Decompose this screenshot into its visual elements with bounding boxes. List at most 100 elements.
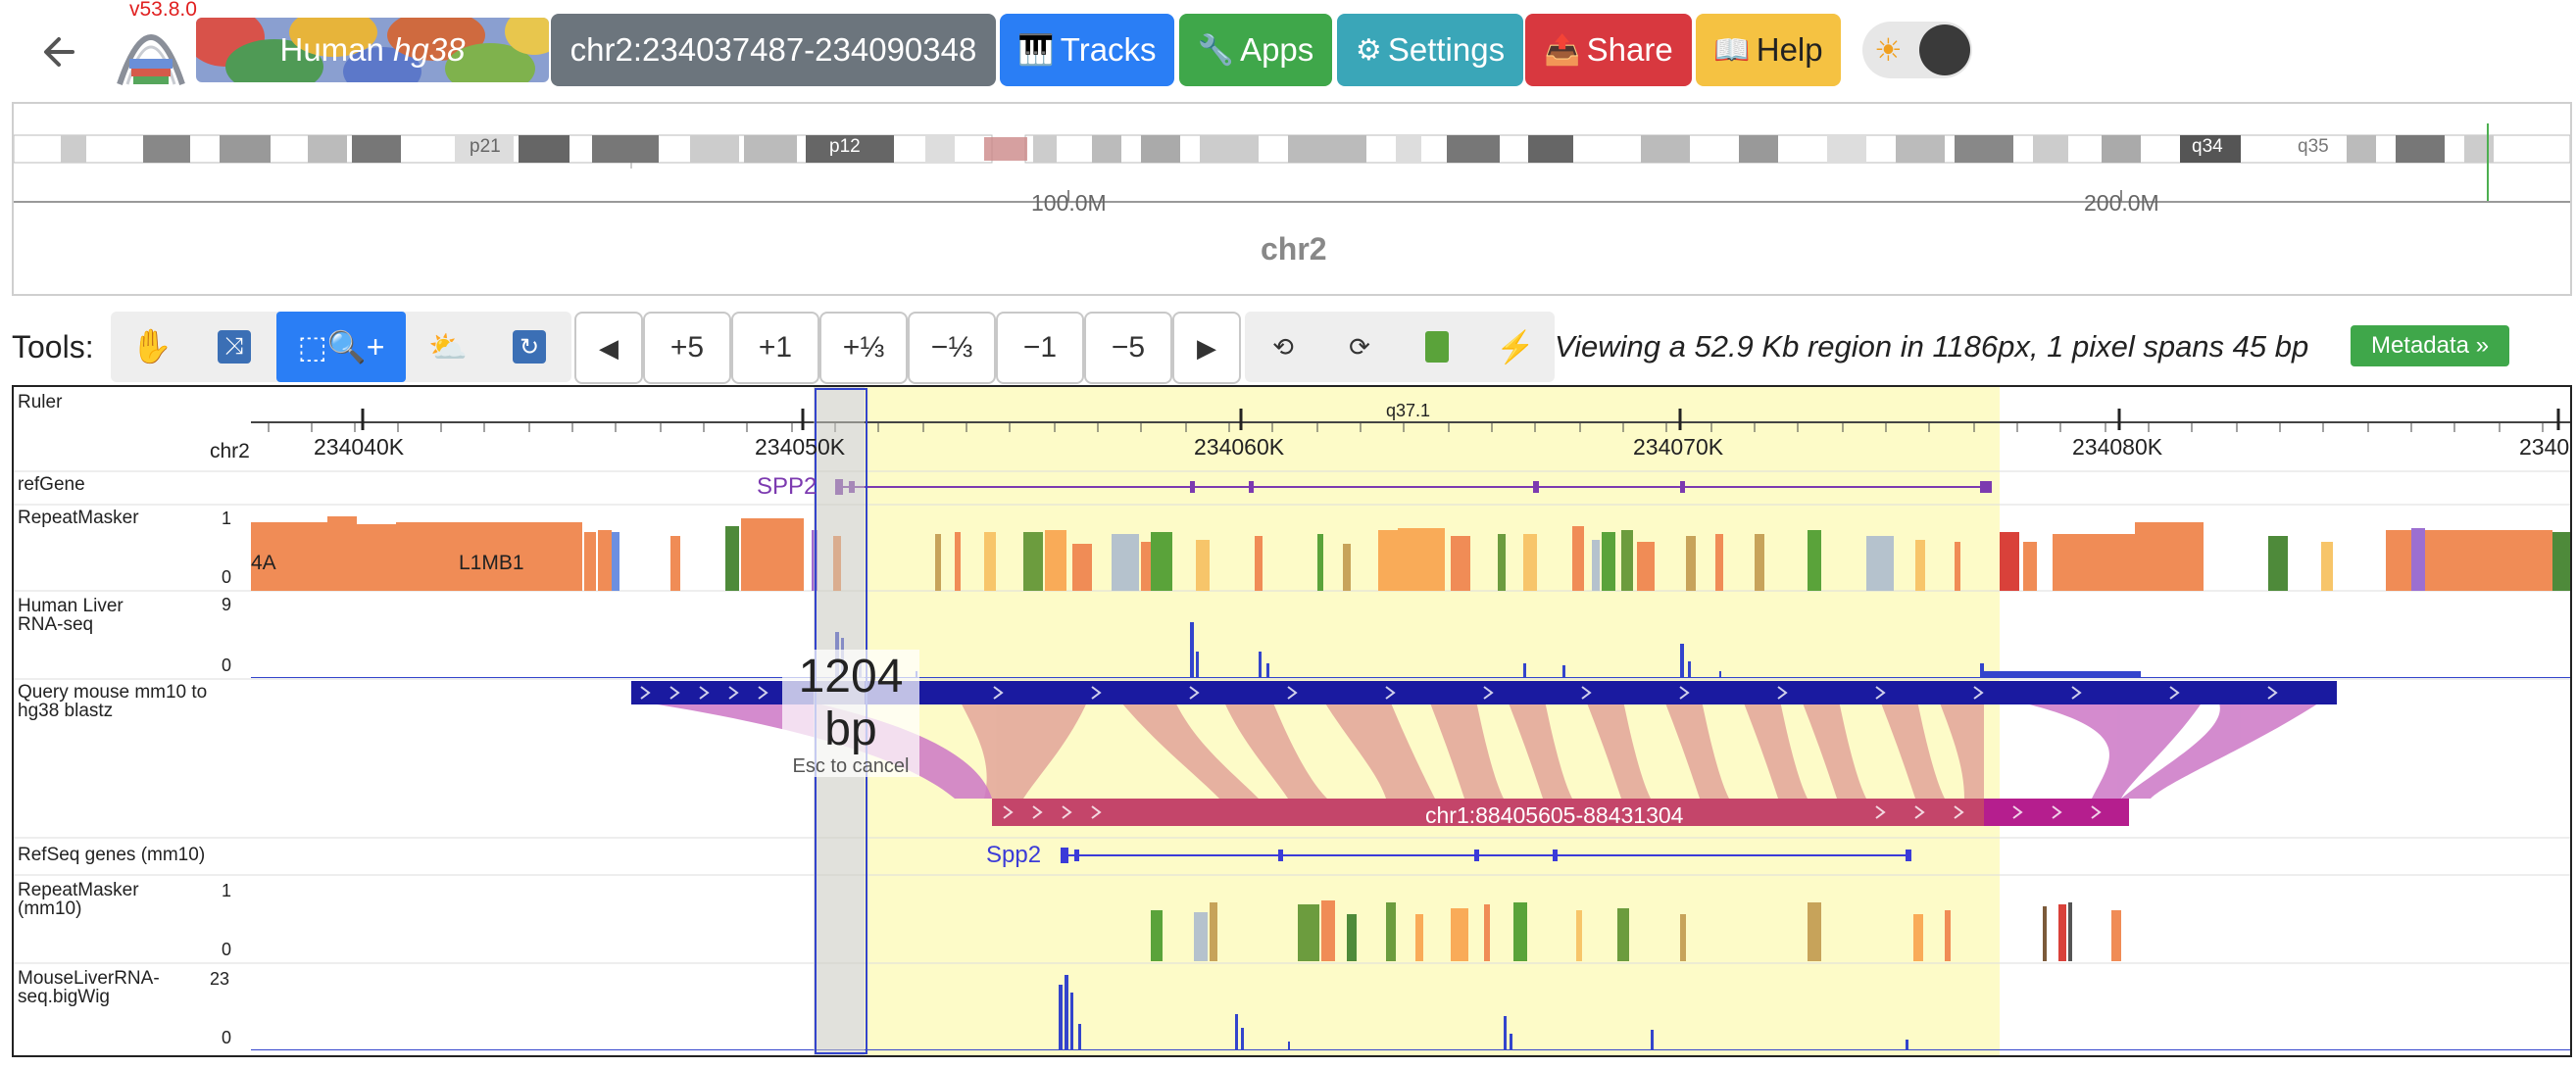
reorder-tool-button[interactable]: ⤨ [193,312,275,382]
refgene-gene-name[interactable]: SPP2 [757,473,817,501]
repeat-name-l1mb1: L1MB1 [459,552,524,574]
sun-icon: ☀ [1874,32,1903,68]
tracks-label: Tracks [1060,31,1157,68]
genome-assembly: hg38 [393,31,466,68]
band-label-p12: p12 [829,136,861,157]
refgene-track-label: refGene [18,474,85,495]
target-region-label[interactable]: chr1:88405605-88431304 [1425,802,1683,829]
view-status-text: Viewing a 52.9 Kb region in 1186px, 1 pi… [1555,329,2309,364]
liver-rna-track-label: Human Liver RNA-seq [18,596,124,635]
chromosome-ideogram[interactable]: p21 p12 q34 q35 100.0M 200.0M chr2 [12,102,2572,296]
zoom-select-tool-button[interactable]: ⬚🔍+ [276,312,406,382]
repeat-name-4a: 4A [251,552,276,574]
gear-icon: ⚙ [1355,33,1382,67]
mouse-liver-rna-min: 0 [222,1028,232,1047]
zoom-in-third-label: +⅓ [842,331,885,364]
pan-left-button[interactable]: ◀ [574,312,643,384]
bookmark-button[interactable] [1398,312,1476,382]
pan-right-button[interactable]: ▶ [1172,312,1241,384]
genome-selector[interactable]: Human hg38 [196,18,549,82]
locus-display[interactable]: chr2:234037487-234090348 [551,14,996,86]
select-zoom-icon: ⬚🔍+ [297,329,385,364]
wrench-icon: 🔧 [1197,33,1235,67]
band-label-p21: p21 [470,136,501,157]
scale-label-100m: 100.0M [1031,190,1107,216]
zoom-out-5-label: −5 [1111,331,1146,364]
quick-action-button[interactable]: ⚡ [1476,312,1555,382]
help-button[interactable]: 📖 Help [1696,14,1841,86]
liver-rna-max: 9 [222,595,232,614]
zoom-in-5-button[interactable]: +5 [643,312,731,384]
triangle-left-icon: ◀ [599,332,619,363]
ruler-tick-6: 2340 [2519,434,2570,460]
track-panel[interactable]: Ruler chr2 q37.1 234040K 234050K 234060K… [12,385,2572,1057]
hand-icon: ✋ [130,328,173,365]
zoom-in-third-button[interactable]: +⅓ [819,312,908,384]
selection-size-value: 1204 [798,651,904,703]
ruler-tick-1: 234040K [314,434,405,460]
lightning-icon: ⚡ [1496,329,1535,364]
query-track-label: Query mouse mm10 to hg38 blastz [18,682,208,721]
redo-button[interactable]: ⟳ [1321,312,1398,382]
tracks-button[interactable]: 🎹 Tracks [1000,14,1174,86]
share-button[interactable]: 📤 Share [1525,14,1692,86]
share-icon: 📤 [1544,33,1581,67]
zoom-in-1-label: +1 [758,331,793,364]
ruler-track-label: Ruler [18,392,63,413]
highlight-tool-button[interactable]: ⛅ [408,312,488,382]
share-label: Share [1586,31,1673,68]
repeatmasker-mm10-track-label: RepeatMasker (mm10) [18,880,139,919]
selection-cancel-hint: Esc to cancel [792,755,910,777]
repeatmasker-min: 0 [222,567,232,587]
undo-button[interactable]: ⟲ [1245,312,1321,382]
zoom-out-5-button[interactable]: −5 [1084,312,1172,384]
zoom-out-1-button[interactable]: −1 [996,312,1084,384]
ruler-chrom-label: chr2 [210,440,250,462]
chromosome-name: chr2 [1261,231,1327,267]
selection-size-tooltip: 1204 bp Esc to cancel [782,650,919,777]
scale-label-200m: 200.0M [2084,190,2159,216]
repeatmasker-mm10-max: 1 [222,881,232,900]
triangle-right-icon: ▶ [1197,332,1216,363]
cloud-sun-icon: ⛅ [428,329,468,364]
settings-button[interactable]: ⚙ Settings [1337,14,1523,86]
metadata-button[interactable]: Metadata » [2351,325,2509,366]
apps-button[interactable]: 🔧 Apps [1179,14,1332,86]
toggle-knob [1919,24,1970,75]
locus-text: chr2:234037487-234090348 [570,31,977,68]
theme-toggle[interactable]: ☀ [1862,22,1972,78]
zoom-in-1-button[interactable]: +1 [731,312,819,384]
tools-label: Tools: [12,329,94,364]
ruler-band-label: q37.1 [1386,401,1431,420]
refseq-mm10-track-label: RefSeq genes (mm10) [18,845,206,865]
ruler-tick-3: 234060K [1194,434,1285,460]
ruler-tick-4: 234070K [1633,434,1724,460]
green-book-icon [1425,331,1449,363]
ruler-tick-5: 234080K [2072,434,2163,460]
mouse-liver-rna-max: 23 [210,969,230,989]
repeatmasker-track-label: RepeatMasker [18,508,139,528]
zoom-out-third-button[interactable]: −⅓ [908,312,996,384]
metadata-label: Metadata » [2370,332,2490,359]
liver-rna-min: 0 [222,655,232,675]
undo-icon: ⟲ [1272,331,1294,362]
ruler-tick-2: 234050K [755,434,846,460]
repeatmasker-mm10-min: 0 [222,940,232,959]
zoom-out-1-label: −1 [1022,331,1058,364]
mouse-liver-rna-track-label: MouseLiverRNA-seq.bigWig [18,968,160,1007]
band-label-q35: q35 [2298,136,2329,157]
zoom-out-third-label: −⅓ [930,331,973,364]
book-icon: 📖 [1713,33,1751,67]
refresh-tool-button[interactable]: ↻ [488,312,570,382]
apps-label: Apps [1240,31,1314,68]
zoom-in-5-label: +5 [669,331,705,364]
shuffle-icon: ⤨ [218,330,251,364]
band-label-q34: q34 [2192,136,2223,157]
selection-size-unit: bp [824,704,877,755]
genome-label: Human [279,31,384,68]
help-label: Help [1756,31,1823,68]
refseq-mm10-gene-name[interactable]: Spp2 [986,842,1041,869]
pan-tool-button[interactable]: ✋ [111,312,193,382]
repeatmasker-max: 1 [222,509,232,528]
back-arrow-icon[interactable] [37,29,82,74]
